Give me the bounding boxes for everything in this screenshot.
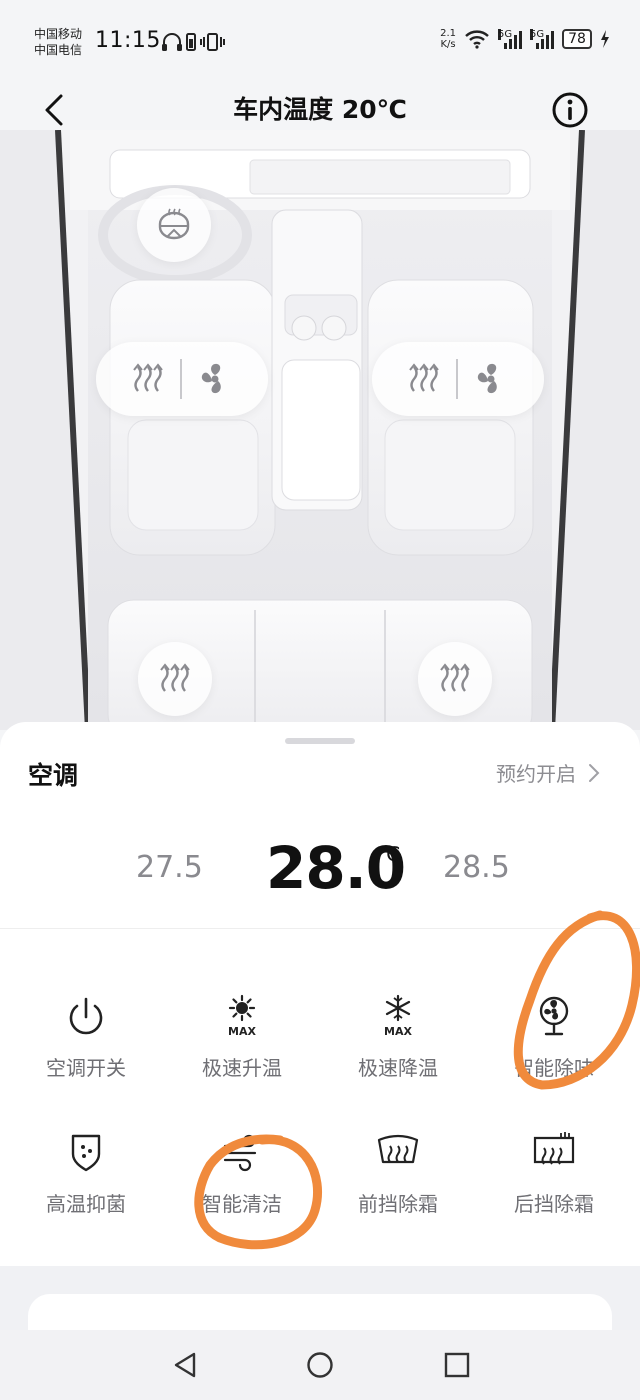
max-badge: MAX xyxy=(384,1025,412,1038)
sim1-tag: 5G xyxy=(498,29,513,40)
page-title: 车内温度 20℃ xyxy=(233,95,407,124)
rear-left-seat-heat-icon xyxy=(160,663,190,692)
chevron-right-icon xyxy=(589,763,600,782)
network-speed: 2.1 K/s xyxy=(440,28,456,50)
info-button[interactable] xyxy=(550,90,590,130)
rear-right-seat-heat-button[interactable] xyxy=(418,642,492,716)
signal-sim2-icon: 5G xyxy=(530,29,554,49)
net-speed-value: 2.1 xyxy=(440,28,456,39)
front-defrost-button[interactable]: 前挡除霜 xyxy=(320,1130,476,1250)
steering-wheel-heat-button[interactable] xyxy=(137,188,211,262)
rapid-heat-button[interactable]: MAX 极速升温 xyxy=(164,994,320,1114)
smart-deodorize-button[interactable]: 智能除味 xyxy=(476,994,632,1114)
divider xyxy=(456,359,458,399)
wind-icon xyxy=(223,1134,257,1172)
temp-higher-option[interactable]: 28.5 xyxy=(443,850,510,885)
driver-seat-heat-icon[interactable] xyxy=(130,361,166,397)
ac-power-label: 空调开关 xyxy=(46,1056,126,1080)
net-speed-unit: K/s xyxy=(440,39,456,50)
rear-defrost-icon xyxy=(533,1132,575,1165)
info-icon xyxy=(552,92,588,128)
schedule-link[interactable]: 预约开启 xyxy=(496,758,600,787)
car-interior-illustration xyxy=(0,130,640,730)
status-icons-right: 2.1 K/s 5G 5G 78 xyxy=(440,28,610,50)
sheet-drag-handle[interactable] xyxy=(285,738,355,744)
power-icon xyxy=(69,997,103,1035)
driver-seat-fan-icon[interactable] xyxy=(196,360,234,398)
chevron-left-icon xyxy=(45,94,63,126)
schedule-label: 预约开启 xyxy=(496,762,576,786)
driver-seat-controls xyxy=(96,342,268,416)
high-temp-sterilize-label: 高温抑菌 xyxy=(46,1192,126,1216)
max-badge: MAX xyxy=(228,1025,256,1038)
smart-clean-button[interactable]: 智能清洁 xyxy=(164,1130,320,1250)
carrier-info: 中国移动 中国电信 xyxy=(34,26,82,58)
front-defrost-label: 前挡除霜 xyxy=(358,1192,438,1216)
status-bar: 中国移动 中国电信 11:15 2.1 K/s 5G 5G 78 xyxy=(0,0,640,80)
wifi-icon xyxy=(465,30,489,49)
carrier-2: 中国电信 xyxy=(34,43,83,57)
rapid-cool-button[interactable]: MAX 极速降温 xyxy=(320,994,476,1114)
car-interior-view xyxy=(0,130,640,730)
divider xyxy=(180,359,182,399)
back-button[interactable] xyxy=(34,88,74,132)
shield-dots-icon xyxy=(71,1134,101,1172)
rear-left-seat-heat-button[interactable] xyxy=(138,642,212,716)
ac-power-button[interactable]: 空调开关 xyxy=(8,994,164,1114)
passenger-seat-fan-icon[interactable] xyxy=(472,360,510,398)
rear-right-seat-heat-icon xyxy=(440,663,470,692)
rapid-heat-label: 极速升温 xyxy=(202,1056,282,1080)
nav-recents-icon[interactable] xyxy=(442,1350,472,1380)
smart-clean-label: 智能清洁 xyxy=(202,1192,282,1216)
charging-icon xyxy=(601,30,609,48)
sun-max-icon: MAX xyxy=(228,994,256,1038)
snowflake-max-icon: MAX xyxy=(384,994,412,1038)
high-temp-sterilize-button[interactable]: 高温抑菌 xyxy=(8,1130,164,1250)
fan-icon xyxy=(539,996,569,1036)
rear-defrost-button[interactable]: 后挡除霜 xyxy=(476,1130,632,1250)
steering-heat-icon xyxy=(158,208,190,240)
nav-home-icon[interactable] xyxy=(305,1350,335,1380)
passenger-seat-controls xyxy=(372,342,544,416)
carrier-1: 中国移动 xyxy=(34,27,83,41)
ac-section-title: 空调 xyxy=(28,761,79,790)
front-defrost-icon xyxy=(377,1134,419,1164)
battery-indicator: 78 xyxy=(562,29,592,49)
status-icons-left xyxy=(160,30,226,58)
sim2-tag: 5G xyxy=(530,29,545,40)
headphone-battery-vibrate-icons xyxy=(162,33,225,51)
smart-deodorize-label: 智能除味 xyxy=(514,1056,594,1080)
signal-sim1-icon: 5G xyxy=(498,29,522,49)
temp-unit: ℃ xyxy=(378,842,401,866)
divider xyxy=(0,928,640,929)
clock: 11:15 xyxy=(95,28,161,53)
nav-back-icon[interactable] xyxy=(170,1350,200,1380)
rear-defrost-label: 后挡除霜 xyxy=(514,1192,594,1216)
temp-lower-option[interactable]: 27.5 xyxy=(136,850,203,885)
passenger-seat-heat-icon[interactable] xyxy=(406,361,442,397)
rapid-cool-label: 极速降温 xyxy=(358,1056,438,1080)
